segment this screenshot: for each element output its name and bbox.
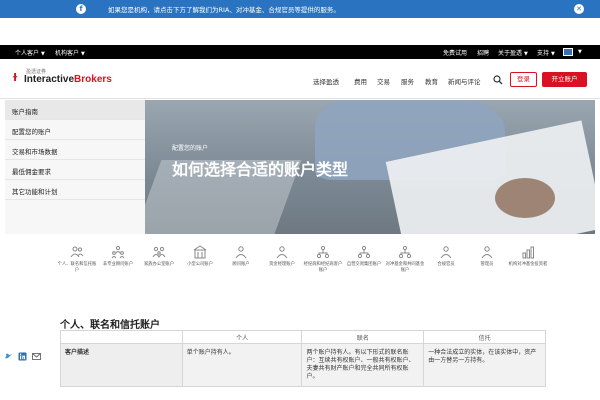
- about-label: 关于盈透: [498, 50, 523, 57]
- free-trial-link[interactable]: 免费试用: [443, 48, 467, 57]
- hero-title: 如何选择合适的账户类型: [172, 160, 349, 179]
- people-icon: [70, 246, 84, 258]
- account-type-label: 对冲基金和共同基金账户: [385, 262, 425, 273]
- account-type-hedge-fund-investor[interactable]: 机构对冲基金投资者: [508, 245, 548, 268]
- table-header-cell: 个人: [181, 330, 303, 344]
- sidebar-item-account-guide[interactable]: 账户指南: [5, 100, 145, 120]
- sidebar-filler: [5, 200, 145, 234]
- person-icon: [440, 246, 452, 259]
- account-type-label: 非专业顾问账户: [102, 262, 134, 267]
- language-flag-icon[interactable]: [563, 48, 573, 56]
- table-header-cell: [60, 330, 183, 344]
- account-type-label: 机构对冲基金投资者: [508, 262, 548, 267]
- network-icon: [316, 245, 330, 259]
- utility-bar: 个人客户 ▼ 机构客户 ▼ 免费试用 招聘 关于盈透 ▼ 支持 ▼ ▼: [0, 45, 600, 59]
- table-cell: 单个账户持有人。: [181, 343, 303, 387]
- account-type-label: 个人、联名和信托账户: [57, 262, 97, 273]
- account-type-broker[interactable]: 经纪商和经纪商客户账户: [303, 245, 343, 274]
- search-icon[interactable]: [493, 75, 503, 85]
- institutional-clients-menu[interactable]: 机构客户 ▼: [55, 48, 85, 57]
- account-type-label: 小型公司账户: [187, 262, 213, 267]
- caret-down-icon: ▼: [524, 51, 528, 57]
- account-type-label: 资金经理账户: [269, 262, 295, 267]
- ib-logo-icon: f: [76, 4, 86, 14]
- email-icon[interactable]: [32, 352, 41, 361]
- person-icon: [481, 246, 493, 259]
- account-type-small-business[interactable]: 小型公司账户: [180, 245, 220, 268]
- support-menu[interactable]: 支持 ▼: [537, 48, 555, 57]
- main-header: 盈透证券 ɫ InteractiveBrokers 选择盈透 费用 交易 服务 …: [0, 59, 600, 99]
- hero-banner: 配置您的账户 如何选择合适的账户类型: [145, 100, 595, 234]
- table-header-row: 个人 联名 信托: [60, 330, 546, 344]
- account-type-money-manager[interactable]: 资金经理账户: [262, 245, 302, 268]
- account-comparison-table: 个人 联名 信托 客户描述 单个账户持有人。 两个账户持有人。有以下形式的联名账…: [60, 330, 546, 387]
- institutional-banner: f 如果您是机构，请点击下方了解我们为RIA、对冲基金、合规官员等提供的服务。 …: [0, 0, 600, 18]
- person-icon: [276, 246, 288, 259]
- institutional-clients-label: 机构客户: [55, 50, 80, 57]
- account-type-label: 经纪商和经纪商客户账户: [303, 262, 343, 273]
- banner-text[interactable]: 如果您是机构，请点击下方了解我们为RIA、对冲基金、合规官员等提供的服务。: [108, 4, 340, 14]
- sidebar-item-other-features[interactable]: 其它功能和计划: [5, 180, 145, 200]
- language-caret-icon[interactable]: ▼: [576, 48, 582, 55]
- table-header-cell: 信托: [423, 330, 546, 344]
- nav-news[interactable]: 新闻与评论: [448, 76, 481, 86]
- personal-clients-menu[interactable]: 个人客户 ▼: [15, 48, 45, 57]
- account-type-family-office[interactable]: 家族办公室账户: [139, 245, 179, 268]
- person-icon: [235, 246, 247, 259]
- caret-down-icon: ▼: [81, 51, 85, 57]
- building-icon: [193, 245, 207, 259]
- about-menu[interactable]: 关于盈透 ▼: [498, 48, 528, 57]
- social-share: [4, 352, 44, 362]
- hero-eyebrow: 配置您的账户: [172, 145, 209, 152]
- table-cell: 两个账户持有人。有以下形式的联名账户：互续共有权账户、一般共有权账户、夫妻共有财…: [301, 343, 425, 387]
- family-icon: [152, 246, 166, 258]
- network-icon: [398, 245, 412, 259]
- section-title: 个人、联名和信托账户: [60, 320, 160, 331]
- nav-services[interactable]: 服务: [401, 76, 414, 86]
- support-label: 支持: [537, 50, 550, 57]
- account-type-hedge-fund[interactable]: 对冲基金和共同基金账户: [385, 245, 425, 274]
- account-type-icons: 个人、联名和信托账户 非专业顾问账户 家族办公室账户 小型公司账户 顾问账户 资…: [57, 245, 547, 285]
- personal-clients-label: 个人客户: [15, 50, 40, 57]
- close-icon[interactable]: ✕: [574, 4, 584, 14]
- sidebar: 账户指南 配置您的账户 交易和市场数据 最低佣金要求 其它功能和计划: [5, 100, 145, 234]
- account-type-administrator[interactable]: 管理员: [467, 245, 507, 268]
- account-type-non-pro-advisor[interactable]: 非专业顾问账户: [98, 245, 138, 268]
- sidebar-item-minimum-commission[interactable]: 最低佣金要求: [5, 160, 145, 180]
- account-type-label: 家族办公室账户: [143, 262, 175, 267]
- sidebar-item-configure-account[interactable]: 配置您的账户: [5, 120, 145, 140]
- caret-down-icon: ▼: [551, 51, 555, 57]
- account-type-advisor[interactable]: 顾问账户: [221, 245, 261, 268]
- nav-pricing[interactable]: 费用: [354, 76, 367, 86]
- careers-link[interactable]: 招聘: [477, 48, 489, 57]
- logo-text: InteractiveBrokers: [24, 74, 112, 85]
- table-header-cell: 联名: [301, 330, 425, 344]
- ib-logo-icon: ɫ: [12, 71, 19, 84]
- nav-why-ib[interactable]: 选择盈透: [313, 76, 339, 86]
- bar-chart-icon: [522, 246, 534, 259]
- account-type-individual[interactable]: 个人、联名和信托账户: [57, 245, 97, 274]
- open-account-button[interactable]: 开立账户: [542, 72, 587, 87]
- nav-education[interactable]: 教育: [425, 76, 438, 86]
- twitter-icon[interactable]: [4, 352, 13, 361]
- account-type-label: 管理员: [480, 262, 494, 267]
- nav-trading[interactable]: 交易: [377, 76, 390, 86]
- account-type-label: 顾问账户: [232, 262, 250, 267]
- table-cell: 一种合法成立的实体，在该实体中，资产由一方替另一方持有。: [423, 343, 546, 387]
- linkedin-icon[interactable]: [18, 352, 27, 361]
- login-button[interactable]: 登录: [510, 72, 537, 87]
- logo-prefix: Interactive: [24, 74, 75, 85]
- account-type-label: 合规官员: [437, 262, 455, 267]
- account-type-compliance[interactable]: 合规官员: [426, 245, 466, 268]
- table-row: 客户描述 单个账户持有人。 两个账户持有人。有以下形式的联名账户：互续共有权账户…: [60, 343, 546, 387]
- hero-hand-shape: [495, 178, 555, 218]
- logo-suffix: Brokers: [74, 74, 112, 85]
- table-cell: 客户描述: [60, 343, 183, 387]
- sidebar-item-trading-market-data[interactable]: 交易和市场数据: [5, 140, 145, 160]
- account-type-prop-trading[interactable]: 自营交易集团账户: [344, 245, 384, 268]
- group-icon: [111, 245, 125, 259]
- caret-down-icon: ▼: [41, 51, 45, 57]
- network-icon: [357, 245, 371, 259]
- account-type-label: 自营交易集团账户: [346, 262, 382, 267]
